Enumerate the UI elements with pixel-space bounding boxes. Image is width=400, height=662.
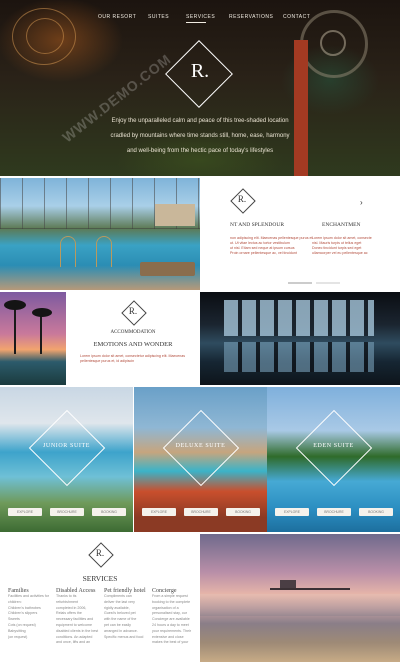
nav-item-contact[interactable]: CONTACT bbox=[283, 14, 310, 20]
suite-name: DELUXE SUITE bbox=[175, 443, 226, 449]
pool-ladder-rail bbox=[60, 236, 76, 267]
services-title: SERVICES bbox=[82, 574, 118, 583]
slide-text: non adipiscing elit. Maecenas pellentesq… bbox=[230, 236, 313, 255]
chevron-right-icon[interactable]: › bbox=[360, 198, 363, 207]
nav-item-our-resort[interactable]: OUR RESORT bbox=[98, 14, 136, 20]
lounge-chair bbox=[140, 262, 195, 276]
nav-active-underline bbox=[186, 22, 206, 23]
slide-heading: NT AND SPLENDOUR bbox=[230, 222, 284, 228]
section-kicker: ACCOMMODATION bbox=[110, 330, 156, 335]
carousel-indicator[interactable] bbox=[316, 282, 340, 284]
brochure-button[interactable]: BROCHURE bbox=[50, 508, 84, 516]
splendour-panel: R. › NT AND SPLENDOUR ENCHANTMEN non adi… bbox=[200, 178, 400, 290]
nav-item-services[interactable]: SERVICES bbox=[186, 14, 215, 20]
suite-name: JUNIOR SUITE bbox=[42, 443, 91, 449]
service-text: Thanks to its refurbishment completed in 2… bbox=[56, 594, 99, 645]
explore-button[interactable]: EXPLORE bbox=[275, 508, 309, 516]
water bbox=[200, 594, 400, 616]
pool-photo bbox=[0, 178, 200, 290]
nav-item-reservations[interactable]: RESERVATIONS bbox=[229, 14, 273, 20]
suite-name: EDEN SUITE bbox=[313, 443, 354, 449]
pool-ladder-rail bbox=[96, 236, 112, 267]
logo-letter: R. bbox=[128, 306, 138, 316]
service-text: From a simple request booking to the comp… bbox=[152, 594, 192, 645]
section-title: EMOTIONS AND WONDER bbox=[93, 341, 173, 348]
hero-text-line-1: Enjoy the unparalleled calm and peace of… bbox=[111, 118, 289, 124]
watermark: WWW.DEMO.COM bbox=[59, 50, 175, 146]
building-windows bbox=[224, 300, 374, 336]
brochure-button[interactable]: BROCHURE bbox=[317, 508, 351, 516]
booking-button[interactable]: BOOKING bbox=[92, 508, 126, 516]
pool-reflection bbox=[224, 342, 374, 372]
section-text: Lorem ipsum dolor sit amet, consectetur … bbox=[80, 354, 186, 363]
explore-button[interactable]: EXPLORE bbox=[142, 508, 176, 516]
explore-button[interactable]: EXPLORE bbox=[8, 508, 42, 516]
carousel-indicator[interactable] bbox=[288, 282, 312, 284]
pier bbox=[270, 588, 350, 590]
palm-trunk bbox=[40, 312, 42, 354]
hero-text-line-3: and well-being from the hectic pace of t… bbox=[126, 148, 274, 154]
booking-button[interactable]: BOOKING bbox=[226, 508, 260, 516]
pier-sunset-photo bbox=[200, 534, 400, 662]
service-column-concierge: Concierge From a simple request booking t… bbox=[152, 588, 198, 646]
hero-banner: WWW.DEMO.COM OUR RESORT SUITES SERVICES … bbox=[0, 0, 400, 176]
night-pool-photo bbox=[200, 292, 400, 385]
service-column-pet-friendly: Pet friendly hotel Compliments can delive… bbox=[104, 588, 148, 640]
palm-sunset-photo bbox=[0, 292, 66, 385]
accommodation-panel: R. ACCOMMODATION EMOTIONS AND WONDER Lor… bbox=[66, 292, 200, 385]
house bbox=[155, 204, 195, 226]
logo-letter: R. bbox=[95, 548, 105, 558]
hero-text-line-2: cradled by mountains where time stands s… bbox=[110, 133, 290, 139]
service-column-disabled-access: Disabled Access Thanks to its refurbishme… bbox=[56, 588, 100, 646]
service-column-families: Families Facilities and activities for ch… bbox=[8, 588, 52, 640]
slide-heading: ENCHANTMEN bbox=[322, 222, 361, 228]
booking-button[interactable]: BOOKING bbox=[359, 508, 393, 516]
resort-sign-ring-inner bbox=[26, 18, 64, 54]
logo-letter: R. bbox=[190, 60, 210, 82]
logo-letter: R. bbox=[237, 194, 247, 204]
slide-text: Lorem ipsum dolor sit amet, consecte nisl… bbox=[312, 236, 372, 255]
pier-hut bbox=[280, 580, 296, 588]
palm-leaves bbox=[4, 300, 26, 310]
service-text: Facilities and activities for children: Ch… bbox=[8, 594, 49, 639]
palm-trunk bbox=[14, 304, 16, 354]
red-post bbox=[294, 40, 308, 176]
ship-wheel-hub bbox=[320, 30, 346, 56]
nav-item-suites[interactable]: SUITES bbox=[148, 14, 169, 20]
brochure-button[interactable]: BROCHURE bbox=[184, 508, 218, 516]
service-text: Compliments can deliver the last very rigi… bbox=[104, 594, 144, 639]
services-panel: R. SERVICES Families Facilities and acti… bbox=[0, 534, 200, 662]
palm-leaves bbox=[32, 308, 52, 317]
